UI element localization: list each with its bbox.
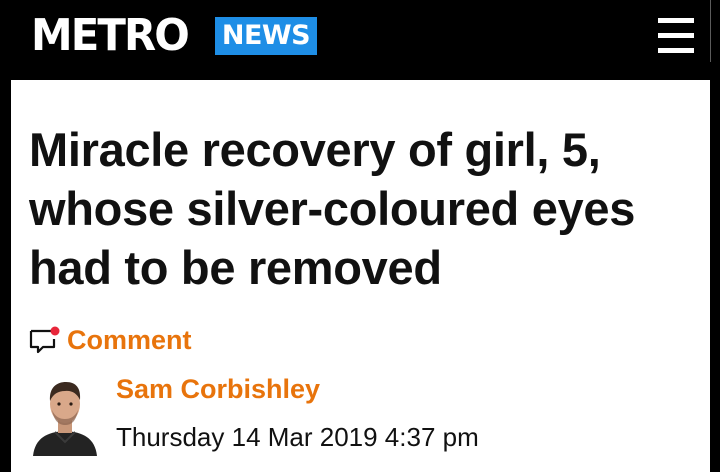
comment-bubble-icon (29, 326, 60, 354)
comment-link[interactable]: Comment (29, 322, 192, 358)
menu-bar-bottom (658, 48, 694, 53)
news-section-badge[interactable]: NEWS (215, 17, 317, 55)
article-content: Miracle recovery of girl, 5, whose silve… (11, 80, 710, 472)
publish-date: Thursday 14 Mar 2019 4:37 pm (116, 422, 479, 452)
hamburger-menu-icon[interactable] (658, 16, 694, 54)
menu-bar-top (658, 18, 694, 23)
menu-bar-middle (658, 33, 694, 38)
comment-label: Comment (67, 324, 192, 355)
author-byline: Sam Corbishley Thursday 14 Mar 2019 4:37… (29, 370, 689, 466)
author-avatar[interactable] (31, 376, 99, 456)
site-header: METRO NEWS (11, 0, 710, 80)
author-name-link[interactable]: Sam Corbishley (116, 374, 320, 405)
app-frame: METRO NEWS Miracle recovery of girl, 5, … (0, 0, 720, 472)
article-headline: Miracle recovery of girl, 5, whose silve… (29, 123, 636, 294)
metro-logo[interactable]: METRO (31, 8, 190, 64)
